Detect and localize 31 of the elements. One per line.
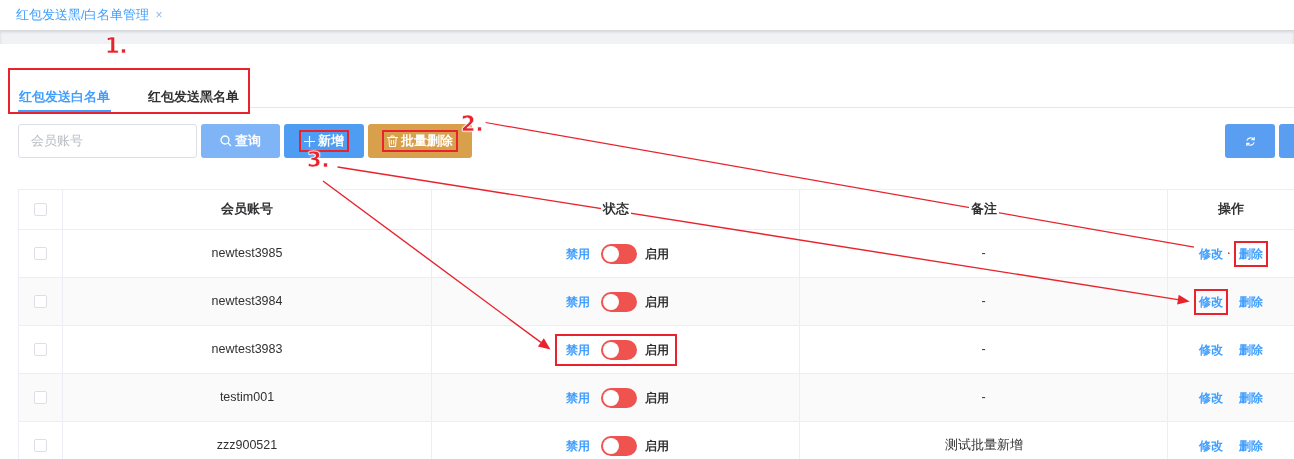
table-cell: - bbox=[799, 373, 1168, 422]
status-label: 启用 bbox=[644, 245, 669, 263]
search-field[interactable]: 会员账号 bbox=[18, 124, 197, 158]
status-label: 启用 bbox=[644, 341, 669, 359]
status-label: 禁用 bbox=[564, 389, 591, 407]
column-header: 备注 bbox=[968, 202, 999, 217]
table-cell: newtest3984 bbox=[62, 277, 432, 326]
status-label: 启用 bbox=[644, 293, 669, 311]
status-label: 启用 bbox=[644, 437, 669, 455]
status-label: 启用 bbox=[644, 389, 669, 407]
annotation-number: 1. bbox=[105, 36, 128, 57]
status-label: 禁用 bbox=[564, 293, 591, 311]
table-cell: newtest3983 bbox=[62, 325, 432, 374]
column-header: 操作 bbox=[1216, 202, 1246, 217]
table-cell: testim001 bbox=[62, 373, 432, 422]
table-cell: - bbox=[799, 325, 1168, 374]
table-cell: - bbox=[799, 229, 1168, 278]
close-icon[interactable]: × bbox=[155, 6, 163, 24]
edit-link[interactable]: 修改 bbox=[1193, 288, 1228, 315]
status-label: 禁用 bbox=[564, 341, 591, 359]
table-cell: newtest3985 bbox=[62, 229, 432, 278]
delete-link[interactable]: 删除 bbox=[1234, 240, 1269, 267]
column-header: 状态 bbox=[600, 202, 631, 217]
table-cell: - bbox=[799, 277, 1168, 326]
page-tab-title[interactable]: 红包发送黑/白名单管理 bbox=[16, 5, 150, 25]
status-label: 禁用 bbox=[564, 437, 591, 455]
status-label: 禁用 bbox=[564, 245, 591, 263]
tab[interactable]: 红包发送黑名单 bbox=[147, 74, 240, 112]
search-button[interactable]: 查询 bbox=[201, 124, 280, 158]
tab[interactable]: 红包发送白名单 bbox=[18, 74, 111, 112]
column-header: 会员账号 bbox=[219, 202, 275, 217]
